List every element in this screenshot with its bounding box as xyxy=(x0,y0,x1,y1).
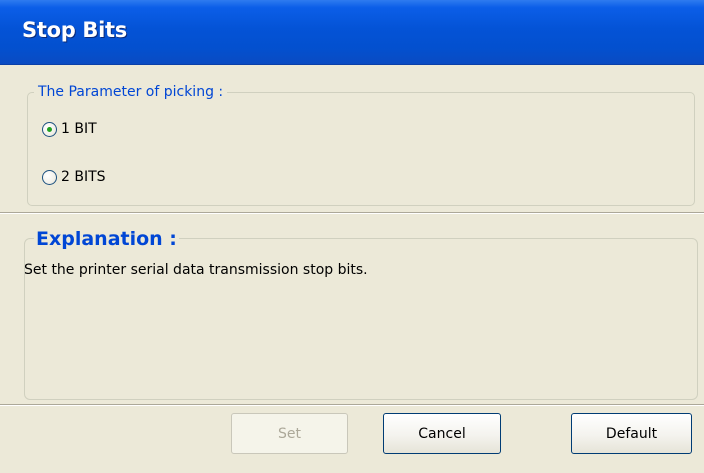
radio-label-2-bits[interactable]: 2 BITS xyxy=(61,169,106,185)
radio-option-2-bits[interactable]: 2 BITS xyxy=(42,167,106,187)
set-button[interactable]: Set xyxy=(231,413,348,454)
stop-bits-dialog: Stop Bits The Parameter of picking : 1 B… xyxy=(0,0,704,473)
default-button[interactable]: Default xyxy=(571,413,692,454)
cancel-button[interactable]: Cancel xyxy=(383,413,501,454)
title-bar[interactable]: Stop Bits xyxy=(0,0,704,65)
explanation-title: Explanation : xyxy=(34,228,179,250)
radio-label-1-bit[interactable]: 1 BIT xyxy=(61,121,97,137)
radio-selected-icon[interactable] xyxy=(42,121,57,137)
parameter-group-title: The Parameter of picking : xyxy=(34,84,228,100)
divider xyxy=(0,212,704,214)
divider xyxy=(0,404,704,406)
explanation-text: Set the printer serial data transmission… xyxy=(24,262,368,278)
radio-dot-icon xyxy=(47,126,52,132)
radio-unselected-icon[interactable] xyxy=(42,169,57,185)
radio-option-1-bit[interactable]: 1 BIT xyxy=(42,119,97,139)
dialog-title: Stop Bits xyxy=(22,18,127,42)
parameter-group-box xyxy=(27,92,695,206)
